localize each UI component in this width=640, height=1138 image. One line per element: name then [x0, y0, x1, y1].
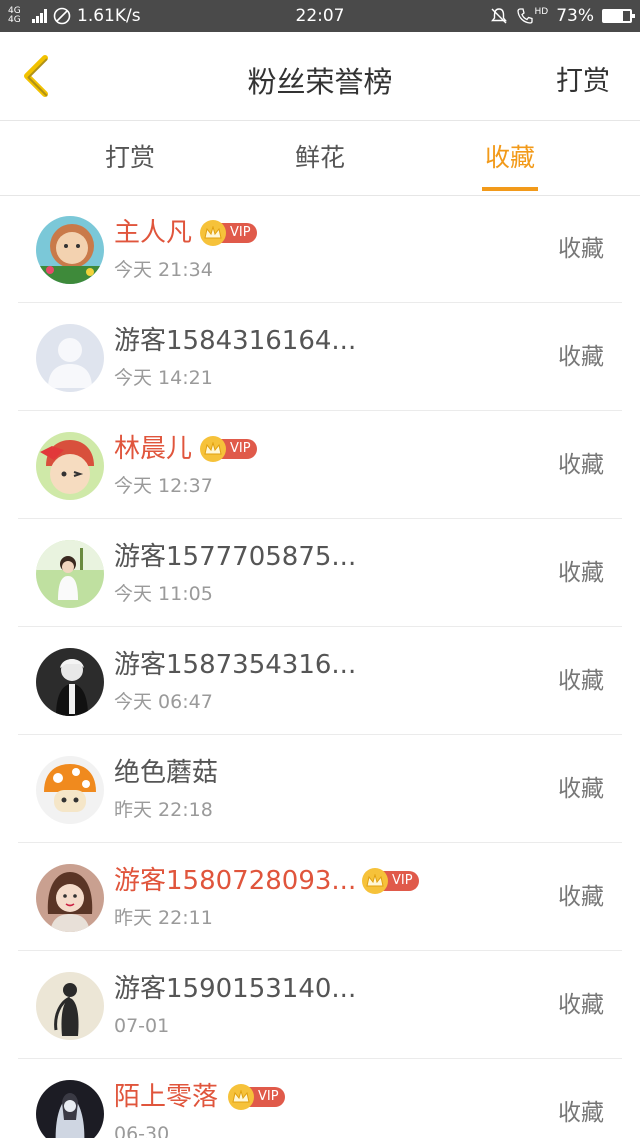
cartoon-girl-avatar — [36, 216, 104, 284]
fan-name: 绝色蘑菇 — [114, 758, 219, 788]
dark-anime-avatar — [36, 648, 104, 716]
reward-button[interactable]: 打赏 — [556, 32, 610, 120]
status-bar: 4G 4G 1.61K/s 22:07 HD 73% — [0, 0, 640, 32]
tab-favorites-label: 收藏 — [484, 143, 535, 172]
battery-icon — [602, 9, 635, 23]
list-item[interactable]: 游客1584316164... 今天 14:21 收藏 — [18, 304, 622, 411]
tab-favorites[interactable]: 收藏 — [440, 121, 580, 195]
fan-action: 收藏 — [558, 992, 604, 1018]
bow-character-avatar — [36, 432, 104, 500]
silhouette-avatar — [36, 972, 104, 1040]
list-item[interactable]: 游客1577705875... 今天 11:05 收藏 — [18, 520, 622, 627]
fan-name: 游客1580728093... — [114, 866, 357, 896]
fan-name: 主人凡 — [114, 218, 193, 248]
header: 粉丝荣誉榜 打赏 — [0, 32, 640, 121]
fan-action: 收藏 — [558, 1100, 604, 1126]
fan-time: 今天 14:21 — [114, 367, 213, 389]
vip-badge: VIP — [200, 220, 257, 246]
fan-time: 今天 11:05 — [114, 583, 213, 605]
mushroom-avatar — [36, 756, 104, 824]
fan-name: 林晨儿 — [114, 434, 193, 464]
battery-fill — [604, 11, 623, 21]
battery-percent: 73% — [556, 6, 594, 26]
list-item[interactable]: 主人凡 VIP 今天 21:34 收藏 — [18, 196, 622, 303]
hd-label: HD — [534, 7, 549, 17]
fan-name: 游客1587354316... — [114, 650, 357, 680]
list-item[interactable]: 林晨儿 VIP 今天 12:37 收藏 — [18, 412, 622, 519]
tab-flowers-label: 鲜花 — [294, 143, 345, 172]
vip-badge: VIP — [200, 436, 257, 462]
list-item[interactable]: 绝色蘑菇 昨天 22:18 收藏 — [18, 736, 622, 843]
vip-badge: VIP — [228, 1084, 285, 1110]
list-item[interactable]: 游客1587354316... 今天 06:47 收藏 — [18, 628, 622, 735]
fan-list: 主人凡 VIP 今天 21:34 收藏 游客1584316164... 今天 1… — [0, 196, 640, 1138]
page-title: 粉丝荣誉榜 — [247, 65, 393, 99]
fan-time: 07-01 — [114, 1015, 170, 1037]
fan-name: 陌上零落 — [114, 1082, 219, 1112]
back-button[interactable] — [12, 52, 60, 100]
fan-time: 昨天 22:18 — [114, 799, 213, 821]
app-root: 4G 4G 1.61K/s 22:07 HD 73% 粉丝荣誉榜 打赏 打赏 鲜… — [0, 0, 640, 1138]
fan-action: 收藏 — [558, 776, 604, 802]
fan-action: 收藏 — [558, 452, 604, 478]
chevron-left-icon — [24, 55, 48, 97]
crown-icon — [228, 1084, 254, 1110]
status-right: HD 73% — [490, 0, 635, 32]
fan-name: 游客1584316164... — [114, 326, 357, 356]
tab-bar: 打赏 鲜花 收藏 — [0, 121, 640, 196]
fan-time: 今天 12:37 — [114, 475, 213, 497]
ghostly-figure-avatar — [36, 1080, 104, 1138]
mute-bell-icon — [490, 8, 507, 24]
phone-icon — [516, 8, 533, 24]
fan-action: 收藏 — [558, 560, 604, 586]
tab-flowers[interactable]: 鲜花 — [250, 121, 390, 195]
fan-time: 今天 06:47 — [114, 691, 213, 713]
fan-time: 06-30 — [114, 1123, 170, 1138]
fan-action: 收藏 — [558, 236, 604, 262]
vip-badge: VIP — [362, 868, 419, 894]
woman-outdoor-avatar — [36, 540, 104, 608]
crown-icon — [200, 220, 226, 246]
list-item[interactable]: 陌上零落 VIP 06-30 收藏 — [18, 1060, 622, 1138]
active-tab-indicator — [482, 187, 538, 191]
list-item[interactable]: 游客1590153140... 07-01 收藏 — [18, 952, 622, 1059]
fan-time: 昨天 22:11 — [114, 907, 213, 929]
girl-portrait-avatar — [36, 864, 104, 932]
fan-name: 游客1577705875... — [114, 542, 357, 572]
fan-name: 游客1590153140... — [114, 974, 357, 1004]
hd-call-indicator: HD — [516, 7, 549, 25]
crown-icon — [200, 436, 226, 462]
tab-reward[interactable]: 打赏 — [60, 121, 200, 195]
fan-action: 收藏 — [558, 344, 604, 370]
default-avatar — [36, 324, 104, 392]
fan-time: 今天 21:34 — [114, 259, 213, 281]
fan-action: 收藏 — [558, 668, 604, 694]
list-item[interactable]: 游客1580728093... VIP 昨天 22:11 收藏 — [18, 844, 622, 951]
crown-icon — [362, 868, 388, 894]
tab-reward-label: 打赏 — [104, 143, 155, 172]
fan-action: 收藏 — [558, 884, 604, 910]
